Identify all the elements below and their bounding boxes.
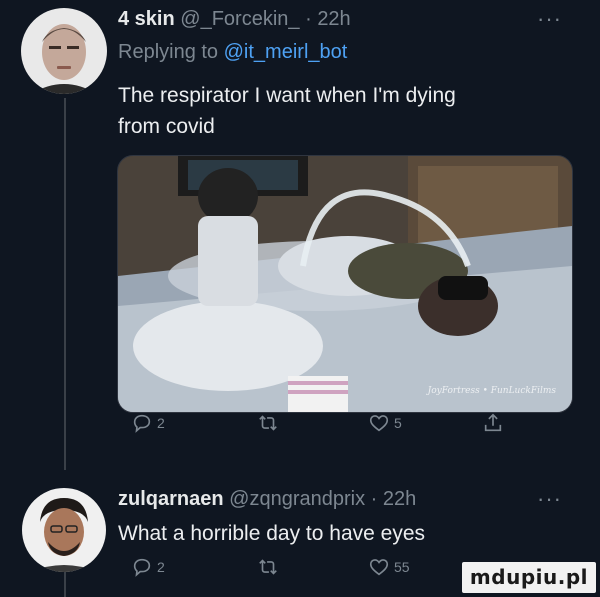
avatar[interactable]: [21, 8, 107, 94]
like-button[interactable]: 55: [368, 556, 410, 578]
timestamp[interactable]: 22h: [383, 488, 416, 510]
avatar[interactable]: [22, 488, 106, 572]
separator: ·: [370, 488, 378, 510]
site-watermark-logo: mdupiu.pl: [461, 562, 596, 593]
media-watermark: JoyFortress • FunLuckFilms: [427, 386, 556, 396]
retweet-button[interactable]: [256, 556, 280, 578]
share-button[interactable]: [482, 412, 504, 434]
tweet-media-image[interactable]: JoyFortress • FunLuckFilms: [117, 155, 573, 413]
reply-icon: [133, 414, 151, 433]
reply-prefix: Replying to: [118, 41, 219, 63]
tweet-header: zulqarnaen @zqngrandprix · 22h: [118, 488, 416, 511]
reply-icon: [133, 558, 151, 577]
retweet-button[interactable]: [256, 412, 280, 434]
retweet-icon: [259, 415, 277, 431]
tweet-header: 4 skin @_Forcekin_ · 22h: [118, 8, 351, 31]
share-icon: [484, 413, 502, 432]
reply-button[interactable]: 2: [131, 556, 165, 578]
display-name[interactable]: 4 skin: [118, 8, 175, 30]
reply-context: Replying to @it_meirl_bot: [118, 41, 347, 64]
like-count: 5: [394, 415, 402, 431]
display-name[interactable]: zulqarnaen: [118, 488, 224, 510]
thread-line: [64, 98, 66, 470]
heart-icon: [369, 559, 389, 576]
handle[interactable]: @zqngrandprix: [229, 488, 365, 510]
tweet-text: The respirator I want when I'm dying fro…: [118, 80, 456, 142]
retweet-icon: [259, 559, 277, 575]
reply-count: 2: [157, 415, 165, 431]
tweet-text: What a horrible day to have eyes: [118, 522, 426, 545]
reply-count: 2: [157, 559, 165, 575]
heart-icon: [369, 415, 389, 432]
reply-to-handle[interactable]: @it_meirl_bot: [224, 41, 348, 63]
tweet-text-line: The respirator I want when I'm dying: [118, 84, 456, 107]
thread-line-bottom: [64, 572, 66, 597]
timestamp[interactable]: 22h: [317, 8, 350, 30]
reply-button[interactable]: 2: [131, 412, 165, 434]
more-options-icon[interactable]: ···: [537, 6, 562, 32]
handle[interactable]: @_Forcekin_: [180, 8, 299, 30]
separator: ·: [305, 8, 312, 30]
like-count: 55: [394, 559, 410, 575]
tweet-text-line: from covid: [118, 115, 215, 138]
like-button[interactable]: 5: [368, 412, 402, 434]
more-options-icon[interactable]: ···: [537, 486, 562, 512]
